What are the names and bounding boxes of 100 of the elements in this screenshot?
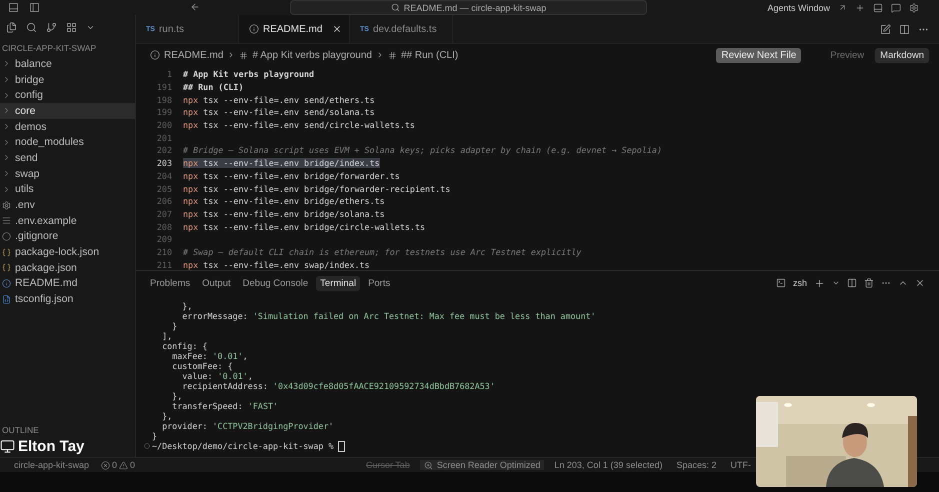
- agents-window-link[interactable]: Agents Window: [767, 2, 830, 12]
- chevron-down-icon: [832, 279, 840, 287]
- code-line: npx tsx --env-file=.env bridge/circle-wallets.ts: [183, 222, 426, 232]
- code-line: # Swap — default CLI chain is ethereum; for testnets use Arc Testnet explicitly: [183, 246, 582, 257]
- line-number: 205: [156, 184, 172, 194]
- warning-icon: [119, 460, 128, 470]
- editor-tab[interactable]: README.md: [239, 15, 350, 43]
- terminal-icon: [776, 278, 786, 288]
- panel-tab[interactable]: Ports: [364, 276, 394, 290]
- info-icon: [249, 24, 259, 34]
- code-line: npx tsx --env-file=.env send/ethers.ts: [183, 94, 375, 105]
- status-item[interactable]: Spaces: 2: [672, 460, 720, 470]
- code-line: npx tsx --env-file=.env bridge/forwarder-recipient.ts: [183, 184, 450, 194]
- outline-header[interactable]: OUTLINE: [0, 425, 135, 435]
- code-line: npx tsx --env-file=.env bridge/forwarder.ts: [183, 170, 400, 181]
- code-line: npx tsx --env-file=.env bridge/solana.ts: [183, 208, 385, 219]
- line-number: 203: [156, 158, 172, 168]
- terminal-line: config: {: [161, 341, 208, 351]
- file-tree-item[interactable]: package-lock.json: [0, 244, 135, 260]
- terminal-line: },: [181, 301, 194, 311]
- status-item[interactable]: Screen Reader Optimized: [420, 460, 544, 470]
- line-number: 211: [156, 260, 172, 270]
- panel-tab[interactable]: Debug Console: [238, 276, 312, 290]
- review-next-file-button[interactable]: Review Next File: [716, 48, 802, 62]
- lines-icon: [2, 216, 11, 226]
- terminal-line: transferSpeed: 'FAST': [171, 401, 280, 411]
- command-center[interactable]: README.md — circle-app-kit-swap: [290, 0, 647, 15]
- terminal-line: maxFee: '0.01',: [171, 351, 249, 361]
- chat-icon: [891, 2, 901, 12]
- info-icon: [150, 50, 160, 60]
- file-tree-item[interactable]: demos: [0, 118, 135, 134]
- code-line: npx tsx --env-file=.env bridge/ethers.ts: [183, 196, 385, 206]
- breadcrumb-item[interactable]: ## Run (CLI): [400, 50, 458, 60]
- view-mode-toggle[interactable]: Markdown: [875, 48, 929, 62]
- error-count[interactable]: 0: [112, 460, 118, 470]
- explorer-title: CIRCLE-APP-KIT-SWAP: [1, 42, 98, 55]
- error-icon: [101, 460, 110, 470]
- terminal-line: recipientAddress: '0x43d09cfe8d05fAACE92109592734dBbdB7682A53': [181, 381, 496, 391]
- presenter-name: Elton Tay: [18, 438, 84, 455]
- breadcrumb-item[interactable]: # App Kit verbs playground: [252, 50, 372, 60]
- search-icon: [390, 3, 400, 12]
- layout-icon: [8, 2, 19, 13]
- plus-icon: [814, 278, 825, 288]
- extensions-icon: [66, 22, 77, 33]
- line-number: 207: [156, 208, 172, 219]
- terminal-line: customFee: {: [171, 361, 234, 371]
- hash-icon: [239, 50, 248, 60]
- status-item[interactable]: UTF-: [726, 460, 755, 470]
- file-tree-item[interactable]: .env: [0, 197, 135, 213]
- chevron-down-icon: [86, 23, 95, 32]
- terminal-line: },: [171, 391, 184, 401]
- braces-icon: [2, 263, 11, 272]
- view-mode-toggle[interactable]: Preview: [825, 48, 870, 62]
- file-tree-item[interactable]: bridge: [0, 72, 135, 88]
- line-number: 198: [156, 94, 172, 105]
- file-tree-item[interactable]: core: [0, 103, 135, 119]
- panel-icon: [873, 2, 883, 12]
- circle-icon: [2, 232, 11, 241]
- panel-tab[interactable]: Terminal: [316, 276, 360, 290]
- split-icon: [847, 278, 857, 288]
- breadcrumb-item[interactable]: README.md: [164, 50, 224, 60]
- monitor-icon: [0, 439, 15, 454]
- code-line: ## Run (CLI): [183, 82, 244, 92]
- files-icon: [6, 22, 17, 33]
- code-line: npx tsx --env-file=.env swap/index.ts: [183, 260, 370, 270]
- info-icon: [2, 278, 11, 288]
- back-arrow-icon: [190, 2, 200, 12]
- file-tree-item[interactable]: node_modules: [0, 134, 135, 150]
- external-arrow-icon: [838, 3, 847, 12]
- line-number: 206: [156, 196, 172, 206]
- terminal-line: }: [171, 321, 178, 331]
- file-tree-item[interactable]: .gitignore: [0, 228, 135, 244]
- file-tree-item[interactable]: tsconfig.json: [0, 291, 135, 307]
- file-tree-item[interactable]: config: [0, 87, 135, 104]
- code-file-icon: [2, 294, 11, 304]
- hash-icon: [388, 50, 397, 60]
- line-number: 191: [156, 82, 172, 92]
- line-number: 208: [156, 222, 172, 232]
- status-item[interactable]: Ln 203, Col 1 (39 selected): [550, 460, 666, 470]
- line-number: 199: [156, 107, 172, 118]
- shell-name[interactable]: zsh: [792, 278, 807, 288]
- file-tree-item[interactable]: send: [0, 150, 135, 166]
- file-tree-item[interactable]: swap: [0, 166, 135, 182]
- panel-tab[interactable]: Output: [198, 276, 235, 290]
- file-tree-item[interactable]: .env.example: [0, 212, 135, 229]
- file-tree-item[interactable]: balance: [0, 56, 135, 72]
- search-icon: [26, 22, 37, 33]
- file-tree-item[interactable]: package.json: [0, 260, 135, 276]
- panel-tab[interactable]: Problems: [146, 276, 194, 290]
- file-tree-item[interactable]: README.md: [0, 276, 135, 292]
- gear-icon: [2, 200, 11, 210]
- file-tree-item[interactable]: utils: [0, 182, 135, 198]
- status-folder[interactable]: circle-app-kit-swap: [14, 460, 90, 470]
- plus-icon: [855, 2, 865, 12]
- zoom-icon: [424, 460, 433, 470]
- code-line: npx tsx --env-file=.env send/circle-wallets.ts: [183, 120, 415, 130]
- cursor: [338, 440, 345, 452]
- close-icon: [915, 278, 925, 288]
- braces-icon: [2, 248, 11, 257]
- warning-count[interactable]: 0: [130, 460, 136, 470]
